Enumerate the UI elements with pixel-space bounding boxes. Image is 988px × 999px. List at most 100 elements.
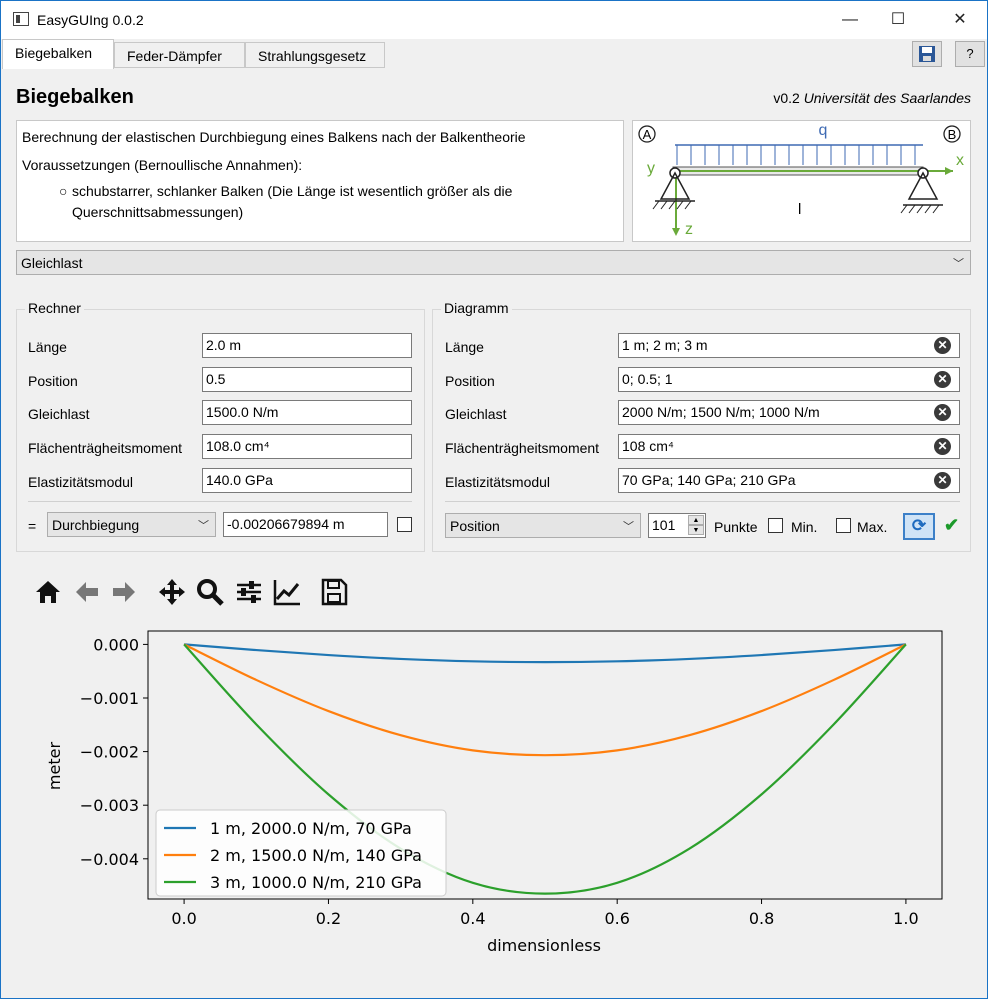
diagramm-gleichlast-input[interactable]: 2000 N/m; 1500 N/m; 1000 N/m ✕ [618,400,960,425]
max-checkbox[interactable] [836,518,851,533]
legend-entry: 3 m, 1000.0 N/m, 210 GPa [210,873,422,892]
x-tick-label: 0.2 [316,909,341,928]
zoom-icon[interactable] [195,577,225,607]
plot-canvas[interactable]: 0.0 0.2 0.4 0.6 0.8 1.0 0.000 −0.001 −0.002 −0.00… [1,629,987,998]
rechner-laenge-input[interactable]: 2.0 m [202,333,412,358]
rechner-group: Rechner Länge 2.0 m Position 0.5 Gleichl… [16,300,425,552]
check-icon: ✔ [944,515,960,535]
diagramm-traegheitsmoment-input[interactable]: 108 cm⁴ ✕ [618,434,960,459]
rechner-label-elastizitaetsmodul: Elastizitätsmodul [28,474,134,490]
x-tick-label: 0.8 [749,909,774,928]
edit-axis-icon[interactable] [272,577,302,607]
description-bullet: Querschnittsabmessungen) [72,204,244,220]
x-axis-title: dimensionless [487,936,601,955]
diagramm-elastizitaetsmodul-input[interactable]: 70 GPa; 140 GPa; 210 GPa ✕ [618,468,960,493]
description-line: Voraussetzungen (Bernoullische Annahmen)… [22,157,303,173]
rechner-gleichlast-input[interactable]: 1500.0 N/m [202,400,412,425]
refresh-button[interactable]: ⟳ [903,513,935,540]
y-tick-label: 0.000 [93,635,139,654]
x-variable-select[interactable]: Position ﹀ [445,513,641,538]
spin-buttons[interactable]: ▲ ▼ [688,515,704,536]
x-tick-label: 0.4 [460,909,485,928]
rechner-title: Rechner [25,300,84,316]
forward-icon[interactable] [109,577,139,607]
load-label: q [819,122,828,139]
y-tick-label: −0.002 [80,743,139,762]
rechner-traegheitsmoment-input[interactable]: 108.0 cm⁴ [202,434,412,459]
x-tick-label: 0.0 [171,909,196,928]
diagramm-laenge-input[interactable]: 1 m; 2 m; 3 m ✕ [618,333,960,358]
configure-subplots-icon[interactable] [234,577,264,607]
close-button[interactable]: ✕ [937,1,983,39]
chart-legend: 1 m, 2000.0 N/m, 70 GPa 2 m, 1500.0 N/m, … [155,809,447,897]
floppy-disk-icon [919,46,935,62]
rechner-label-position: Position [28,373,78,389]
help-button[interactable]: ? [955,41,985,67]
back-icon[interactable] [72,577,102,607]
refresh-icon: ⟳ [911,516,927,535]
home-icon[interactable] [33,577,63,607]
beam-diagram: A B q x z y l [632,120,971,242]
tab-bar: Biegebalken Feder-Dämpfer Strahlungsgese… [1,39,987,69]
deflection-chart: 0.0 0.2 0.4 0.6 0.8 1.0 0.000 −0.001 −0.002 −0.00… [1,629,987,998]
result-value-field[interactable]: -0.00206679894 m [223,512,388,537]
load-case-value: Gleichlast [21,254,83,271]
rechner-elastizitaetsmodul-input[interactable]: 140.0 GPa [202,468,412,493]
points-spinbox[interactable]: 101 ▲ ▼ [648,513,706,538]
rechner-label-gleichlast: Gleichlast [28,406,90,422]
y-axis-label: y [647,160,655,177]
diagramm-title: Diagramm [441,300,512,316]
tab-strahlungsgesetz[interactable]: Strahlungsgesetz [245,42,385,68]
load-case-select[interactable]: Gleichlast ﹀ [16,250,971,275]
x-tick-label: 0.6 [604,909,629,928]
y-tick-label: −0.001 [80,689,139,708]
version-label: v0.2 Universität des Saarlandes [773,90,971,106]
chevron-down-icon: ﹀ [953,257,964,270]
diagramm-label-gleichlast: Gleichlast [445,406,507,422]
tab-feder-daempfer[interactable]: Feder-Dämpfer [114,42,245,68]
distributed-load-arrows [676,145,916,165]
spin-down-icon: ▼ [688,525,704,535]
chevron-down-icon: ﹀ [623,520,634,533]
bullet-icon: ○ [59,183,68,199]
x-tick-label: 1.0 [893,909,918,928]
diagramm-label-traegheitsmoment: Flächenträgheitsmoment [445,440,600,456]
diagramm-label-elastizitaetsmodul: Elastizitätsmodul [445,474,551,490]
y-axis-title: meter [45,742,64,791]
maximize-button[interactable]: ☐ [875,1,921,39]
beam-diagram-image: A B q x z y l [638,122,964,238]
description-bullet: schubstarrer, schlanker Balken (Die Läng… [72,183,513,199]
max-label: Max. [857,519,888,535]
points-label: Punkte [714,519,758,535]
diagramm-position-input[interactable]: 0; 0.5; 1 ✕ [618,367,960,392]
tab-content: Biegebalken v0.2 Universität des Saarlan… [1,69,987,998]
save-button[interactable] [912,41,942,67]
title-bar[interactable]: EasyGUIng 0.0.2 — ☐ ✕ [1,1,987,39]
divider [445,501,960,502]
equals-label: = [28,518,37,534]
clear-icon[interactable]: ✕ [934,438,951,455]
support-a-label: A [643,127,652,142]
rechner-position-input[interactable]: 0.5 [202,367,412,392]
x-axis-label: x [956,152,964,169]
clear-icon[interactable]: ✕ [934,472,951,489]
app-window: EasyGUIng 0.0.2 — ☐ ✕ Biegebalken Feder-… [0,0,988,999]
clear-icon[interactable]: ✕ [934,404,951,421]
minimize-button[interactable]: — [827,1,873,39]
pan-icon[interactable] [157,577,187,607]
app-icon [13,12,29,26]
window-title: EasyGUIng 0.0.2 [37,12,144,28]
y-tick-label: −0.003 [80,796,139,815]
diagramm-group: Diagramm Länge 1 m; 2 m; 3 m ✕ Position 0… [432,300,971,552]
page-title: Biegebalken [16,86,134,108]
description-box: Berechnung der elastischen Durchbiegung … [16,120,624,242]
rechner-label-traegheitsmoment: Flächenträgheitsmoment [28,440,183,456]
z-axis-label: z [685,221,693,238]
result-checkbox[interactable] [397,517,412,532]
clear-icon[interactable]: ✕ [934,337,951,354]
save-figure-icon[interactable] [319,577,349,607]
min-checkbox[interactable] [768,518,783,533]
result-type-select[interactable]: Durchbiegung ﹀ [47,512,216,537]
tab-biegebalken[interactable]: Biegebalken [2,39,114,69]
clear-icon[interactable]: ✕ [934,371,951,388]
